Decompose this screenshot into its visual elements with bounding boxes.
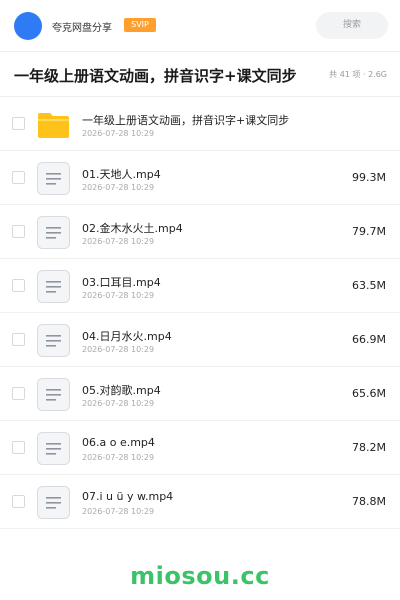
watermark: miosou.cc	[130, 562, 270, 590]
list-item[interactable]: 05.对韵歌.mp4 2026-07-28 10:29 65.6M	[0, 367, 400, 421]
search-input[interactable]: 搜索	[316, 12, 388, 39]
file-name: 02.金木水火土.mp4	[82, 222, 183, 235]
file-date: 2026-07-28 10:29	[82, 291, 155, 300]
file-name: 01.天地人.mp4	[82, 168, 161, 181]
folder-icon	[38, 113, 69, 138]
file-size: 78.8M	[352, 495, 386, 508]
file-name: 06.a o e.mp4	[82, 436, 155, 449]
row-checkbox[interactable]	[12, 333, 25, 346]
file-size: 63.5M	[352, 279, 386, 292]
video-file-icon	[37, 432, 70, 465]
file-name: 07.i u ü y w.mp4	[82, 490, 174, 503]
file-date: 2026-07-28 10:29	[82, 399, 155, 408]
file-list: 一年级上册语文动画，拼音识字+课文同步 2026-07-28 10:29 01.…	[0, 97, 400, 529]
video-file-icon	[37, 270, 70, 303]
row-checkbox[interactable]	[12, 387, 25, 400]
row-checkbox[interactable]	[12, 495, 25, 508]
file-name: 04.日月水火.mp4	[82, 330, 172, 343]
app-name: 夸克网盘分享	[52, 23, 112, 34]
file-date: 2026-07-28 10:29	[82, 183, 155, 192]
list-item[interactable]: 06.a o e.mp4 2026-07-28 10:29 78.2M	[0, 421, 400, 475]
file-date: 2026-07-28 10:29	[82, 345, 155, 354]
video-file-icon	[37, 486, 70, 519]
file-size: 99.3M	[352, 171, 386, 184]
row-checkbox[interactable]	[12, 279, 25, 292]
list-item[interactable]: 04.日月水火.mp4 2026-07-28 10:29 66.9M	[0, 313, 400, 367]
file-name: 05.对韵歌.mp4	[82, 384, 161, 397]
file-name: 03.口耳目.mp4	[82, 276, 161, 289]
row-checkbox[interactable]	[12, 225, 25, 238]
file-size: 66.9M	[352, 333, 386, 346]
file-date: 2026-07-28 10:29	[82, 237, 155, 246]
video-file-icon	[37, 324, 70, 357]
row-checkbox[interactable]	[12, 117, 25, 130]
video-file-icon	[37, 216, 70, 249]
list-item[interactable]: 02.金木水火土.mp4 2026-07-28 10:29 79.7M	[0, 205, 400, 259]
file-size: 65.6M	[352, 387, 386, 400]
file-size: 79.7M	[352, 225, 386, 238]
item-count: 共 41 项 · 2.6G	[329, 70, 387, 79]
title-bar: 一年级上册语文动画，拼音识字+课文同步 共 41 项 · 2.6G	[0, 52, 400, 97]
row-checkbox[interactable]	[12, 441, 25, 454]
file-date: 2026-07-28 10:29	[82, 507, 155, 516]
header: 夸克网盘分享 SVIP 搜索	[0, 0, 400, 52]
list-item-folder[interactable]: 一年级上册语文动画，拼音识字+课文同步 2026-07-28 10:29	[0, 97, 400, 151]
list-item[interactable]: 03.口耳目.mp4 2026-07-28 10:29 63.5M	[0, 259, 400, 313]
row-checkbox[interactable]	[12, 171, 25, 184]
svip-badge: SVIP	[124, 18, 156, 32]
avatar[interactable]	[14, 12, 42, 40]
file-size: 78.2M	[352, 441, 386, 454]
list-item[interactable]: 07.i u ü y w.mp4 2026-07-28 10:29 78.8M	[0, 475, 400, 529]
file-date: 2026-07-28 10:29	[82, 129, 155, 138]
file-date: 2026-07-28 10:29	[82, 453, 155, 462]
file-name: 一年级上册语文动画，拼音识字+课文同步	[82, 114, 290, 127]
list-item[interactable]: 01.天地人.mp4 2026-07-28 10:29 99.3M	[0, 151, 400, 205]
video-file-icon	[37, 162, 70, 195]
video-file-icon	[37, 378, 70, 411]
page-title: 一年级上册语文动画，拼音识字+课文同步	[14, 67, 297, 85]
